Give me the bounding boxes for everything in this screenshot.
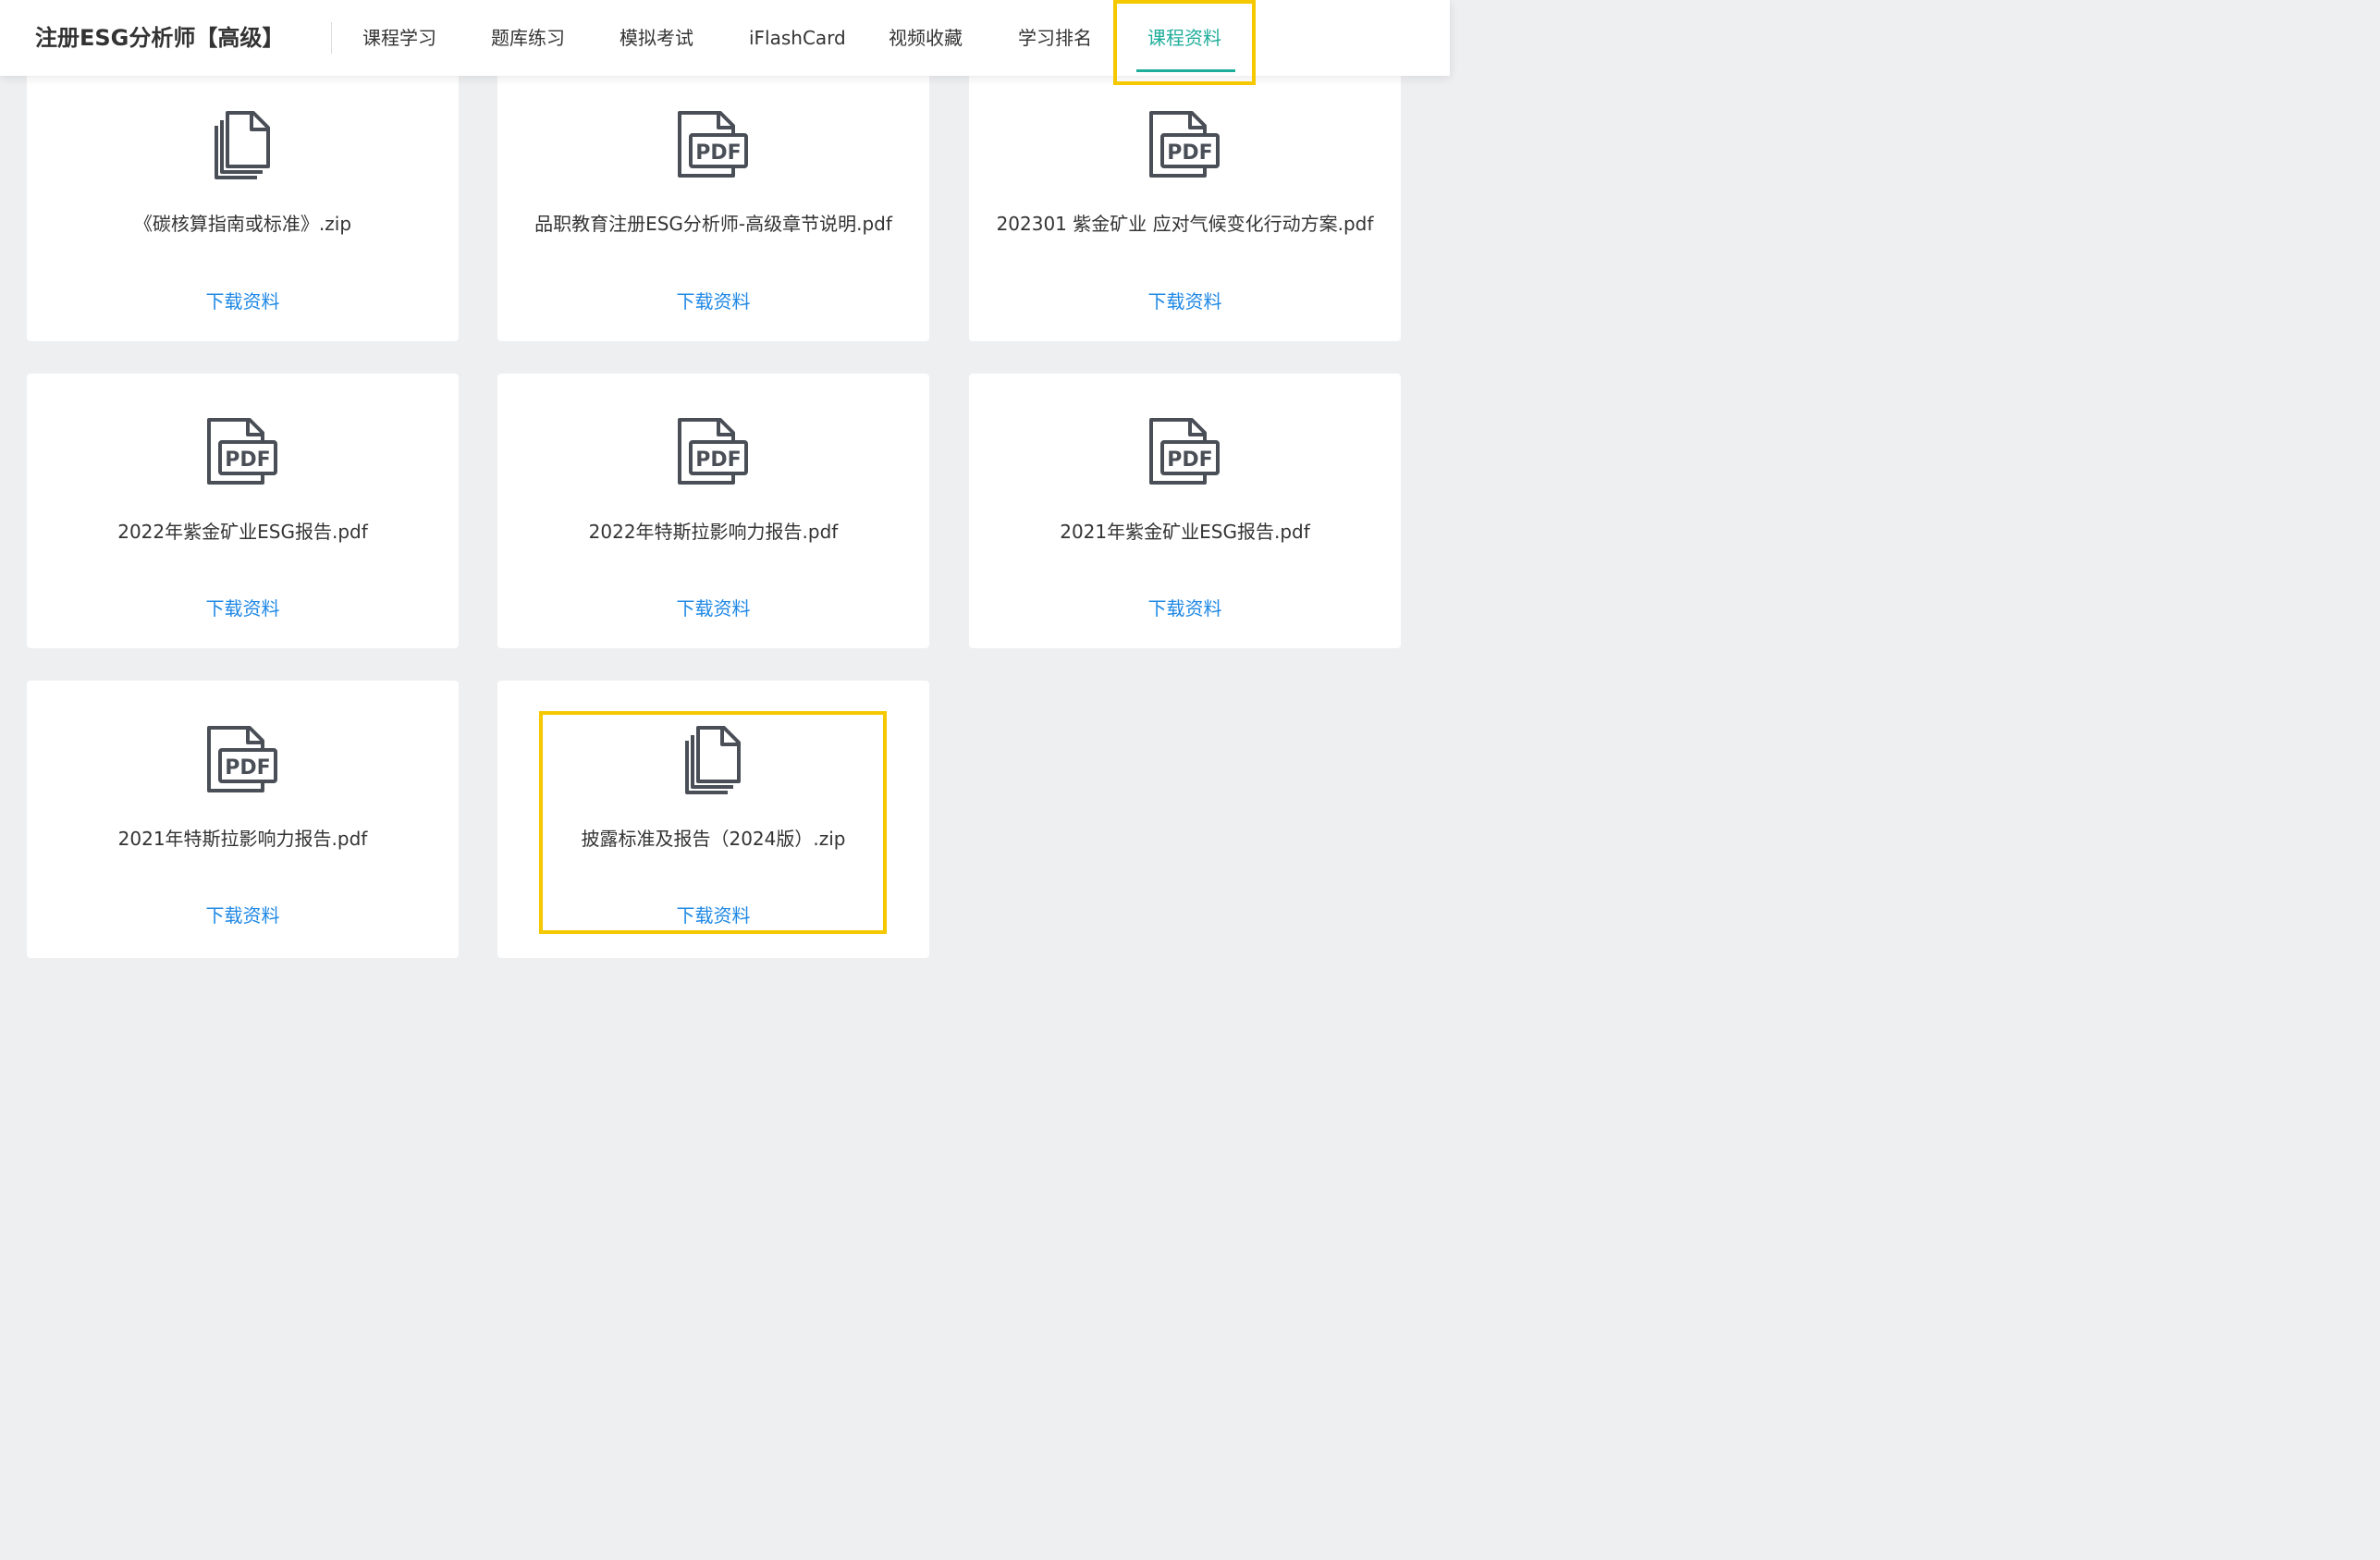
material-card: PDF 2021年紫金矿业ESG报告.pdf 下载资料	[969, 374, 1401, 648]
file-name: 披露标准及报告（2024版）.zip	[581, 828, 846, 850]
material-card: PDF 2022年特斯拉影响力报告.pdf 下载资料	[497, 374, 929, 648]
tab-mock-exam[interactable]: 模拟考试	[620, 0, 693, 76]
file-name: 202301 紫金矿业 应对气候变化行动方案.pdf	[996, 213, 1374, 235]
file-name: 品职教育注册ESG分析师-高级章节说明.pdf	[534, 213, 892, 235]
tab-video-favorites[interactable]: 视频收藏	[889, 0, 963, 76]
pdf-file-icon: PDF	[27, 418, 459, 486]
download-link[interactable]: 下载资料	[497, 287, 929, 313]
app-title: 注册ESG分析师【高级】	[35, 25, 285, 51]
pdf-file-icon: PDF	[497, 418, 929, 486]
pdf-icon-text: PDF	[1167, 141, 1212, 165]
material-card: PDF 2022年紫金矿业ESG报告.pdf 下载资料	[27, 374, 459, 648]
material-card: PDF 2021年特斯拉影响力报告.pdf 下载资料	[27, 681, 459, 958]
download-link[interactable]: 下载资料	[969, 594, 1401, 620]
material-card: 《碳核算指南或标准》.zip 下载资料	[27, 55, 459, 341]
title-divider	[331, 22, 332, 54]
active-tab-underline	[1136, 69, 1235, 72]
pdf-icon-text: PDF	[1167, 448, 1212, 472]
download-link[interactable]: 下载资料	[497, 594, 929, 620]
pdf-file-icon: PDF	[969, 111, 1401, 179]
download-link[interactable]: 下载资料	[497, 901, 929, 927]
pdf-icon-text: PDF	[225, 448, 270, 472]
pdf-icon-text: PDF	[225, 756, 270, 780]
tab-course-materials[interactable]: 课程资料	[1147, 0, 1221, 76]
file-name: 2021年特斯拉影响力报告.pdf	[117, 828, 368, 850]
pdf-file-icon: PDF	[969, 418, 1401, 486]
file-name: 2021年紫金矿业ESG报告.pdf	[1060, 521, 1310, 543]
download-link[interactable]: 下载资料	[27, 594, 459, 620]
pdf-file-icon: PDF	[497, 111, 929, 179]
pdf-icon-text: PDF	[695, 448, 741, 472]
tab-question-bank[interactable]: 题库练习	[491, 0, 565, 76]
material-card: PDF 202301 紫金矿业 应对气候变化行动方案.pdf 下载资料	[969, 55, 1401, 341]
file-name: 2022年特斯拉影响力报告.pdf	[588, 521, 839, 543]
file-name: 2022年紫金矿业ESG报告.pdf	[117, 521, 368, 543]
material-card: 披露标准及报告（2024版）.zip 下载资料	[497, 681, 929, 958]
files-stack-icon	[497, 726, 929, 794]
file-name: 《碳核算指南或标准》.zip	[133, 213, 352, 235]
download-link[interactable]: 下载资料	[27, 287, 459, 313]
tab-iflashcard[interactable]: iFlashCard	[749, 0, 846, 76]
pdf-icon-text: PDF	[695, 141, 741, 165]
pdf-file-icon: PDF	[27, 726, 459, 794]
files-stack-icon	[27, 111, 459, 179]
material-card: PDF 品职教育注册ESG分析师-高级章节说明.pdf 下载资料	[497, 55, 929, 341]
download-link[interactable]: 下载资料	[969, 287, 1401, 313]
tab-study-ranking[interactable]: 学习排名	[1018, 0, 1092, 76]
tab-course-study[interactable]: 课程学习	[362, 0, 436, 76]
top-navigation-bar: 注册ESG分析师【高级】 课程学习 题库练习 模拟考试 iFlashCard 视…	[0, 0, 1450, 76]
download-link[interactable]: 下载资料	[27, 901, 459, 927]
